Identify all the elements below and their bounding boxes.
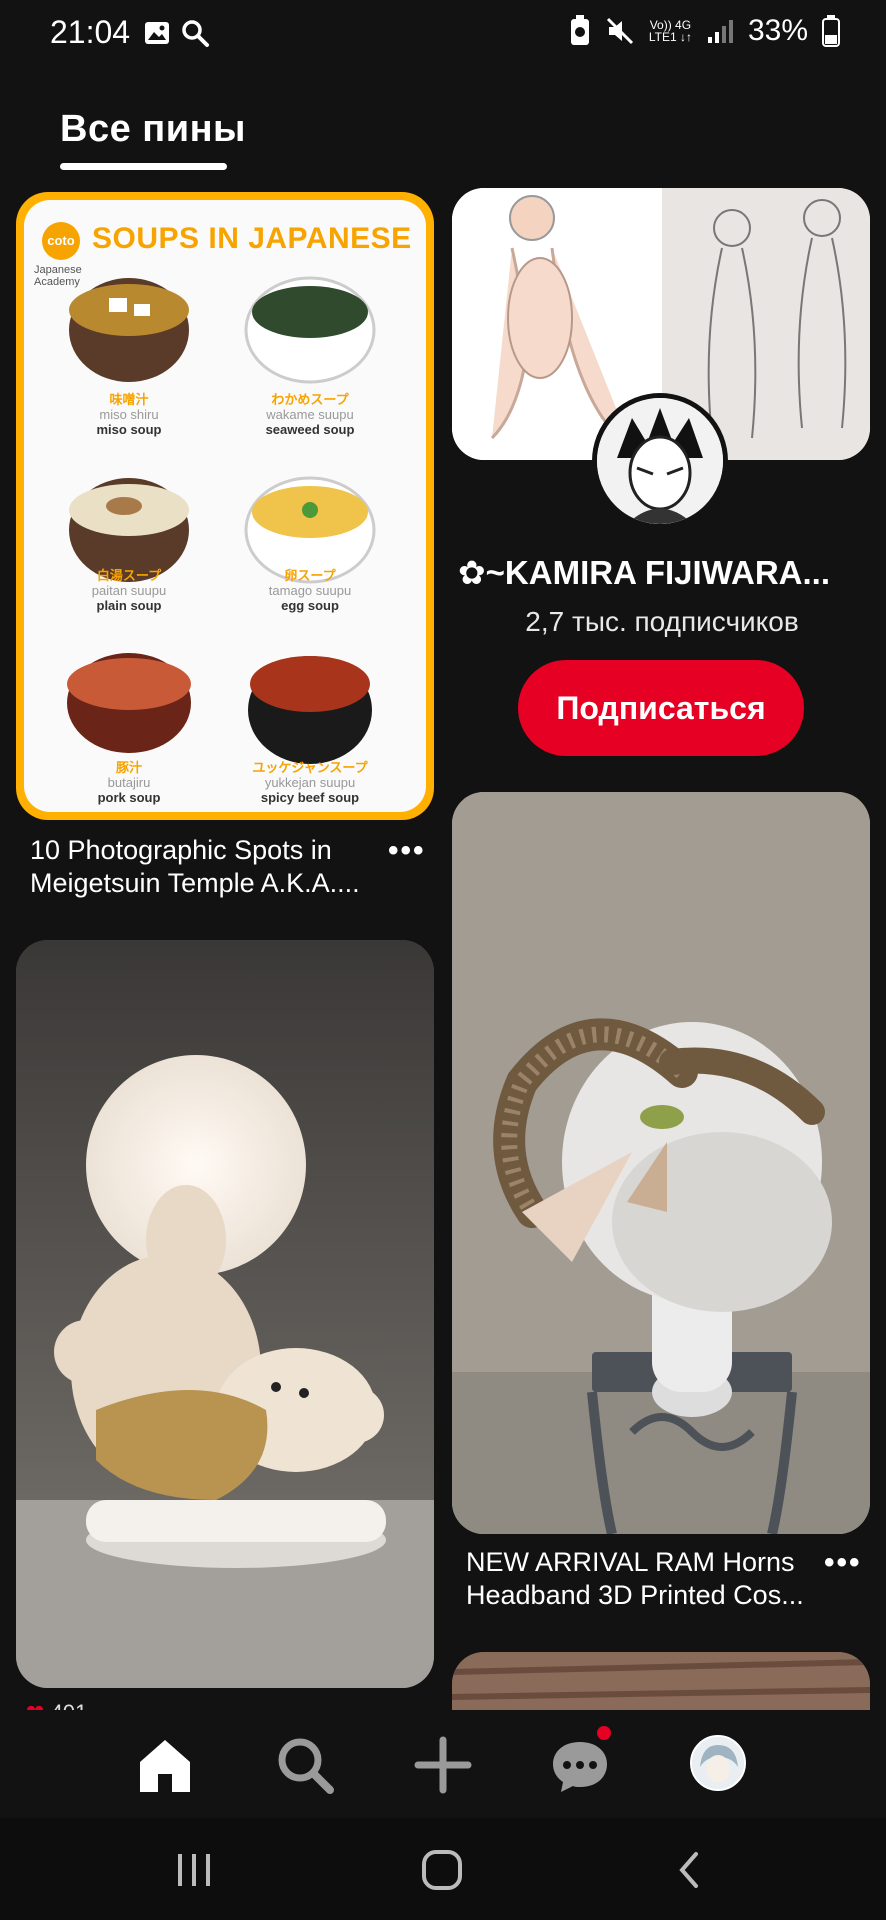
- soup-romaji: paitan suupu: [91, 583, 167, 598]
- pin-title[interactable]: 10 Photographic Spots in Meigetsuin Temp…: [30, 834, 360, 900]
- tab-active-indicator: [60, 163, 227, 170]
- battery-icon: [822, 15, 840, 47]
- soup-en: plain soup: [96, 598, 162, 613]
- soup-romaji: miso shiru: [99, 407, 159, 422]
- creator-avatar-image: [597, 398, 723, 524]
- tab-all-pins[interactable]: Все пины: [60, 108, 246, 151]
- soup-en: seaweed soup: [265, 422, 355, 437]
- follow-button[interactable]: Подписаться: [518, 660, 804, 756]
- bear-lamp-image: [16, 940, 434, 1688]
- soup-romaji: butajiru: [107, 775, 151, 790]
- pin-soups-in-japanese[interactable]: coto Japanese Academy SOUPS IN JAPANESE …: [16, 192, 434, 820]
- soup-bowls-illustration: [67, 276, 376, 764]
- soup-caption: 卵スープ tamago suupu egg soup: [230, 568, 390, 613]
- creator-name[interactable]: ✿~KAMIRA FIJIWARA...: [458, 553, 878, 592]
- pin-title[interactable]: NEW ARRIVAL RAM Horns Headband 3D Printe…: [466, 1546, 804, 1612]
- soup-caption: 味噌汁 miso shiru miso soup: [49, 392, 209, 437]
- pin-title-line: Meigetsuin Temple A.K.A....: [30, 868, 360, 898]
- signal-icon: [707, 20, 733, 43]
- more-options-icon[interactable]: •••: [824, 1546, 862, 1580]
- back-icon[interactable]: [668, 1848, 712, 1892]
- soup-en: pork soup: [97, 790, 161, 805]
- gallery-icon: [145, 22, 169, 44]
- soup-caption: 白湯スープ paitan suupu plain soup: [49, 568, 209, 613]
- partial-pin-image: [452, 1652, 870, 1712]
- search-icon[interactable]: [270, 1730, 340, 1800]
- soup-en: spicy beef soup: [260, 790, 360, 805]
- system-navigation-bar: [0, 1818, 886, 1920]
- home-icon[interactable]: [130, 1730, 200, 1800]
- creator-avatar[interactable]: [592, 393, 728, 529]
- network-indicator: Vo)) 4G LTE1 ↓↑: [649, 19, 692, 43]
- pin-title-line: 10 Photographic Spots in: [30, 835, 332, 865]
- status-time: 21:04: [50, 14, 131, 50]
- notification-dot: [597, 1726, 611, 1740]
- create-icon[interactable]: [408, 1730, 478, 1800]
- messages-icon[interactable]: [545, 1730, 615, 1800]
- pin-title-line: Headband 3D Printed Cos...: [466, 1580, 804, 1610]
- creator-followers: 2,7 тыс. подписчиков: [525, 606, 799, 637]
- soup-jp: 白湯スープ: [96, 568, 162, 583]
- more-options-icon[interactable]: •••: [388, 834, 426, 868]
- soup-romaji: tamago suupu: [268, 583, 352, 598]
- soup-romaji: wakame suupu: [266, 407, 354, 422]
- profile-avatar-image: [692, 1737, 744, 1789]
- soup-jp: 味噌汁: [109, 392, 149, 407]
- soup-caption: わかめスープ wakame suupu seaweed soup: [230, 392, 390, 437]
- net-bottom: LTE1 ↓↑: [648, 30, 692, 44]
- mute-icon: [606, 17, 633, 45]
- soup-en: egg soup: [281, 598, 339, 613]
- search-icon: [182, 20, 209, 47]
- soup-caption: 豚汁 butajiru pork soup: [49, 760, 209, 805]
- soup-jp: ユッケジャンスープ: [252, 760, 368, 775]
- battery-saver-icon: [570, 15, 589, 45]
- soup-jp: 卵スープ: [284, 568, 336, 583]
- soup-jp: わかめスープ: [271, 392, 349, 407]
- profile-avatar[interactable]: [690, 1735, 746, 1791]
- recent-apps-icon[interactable]: [172, 1848, 216, 1892]
- battery-level: 33%: [747, 14, 808, 47]
- pin-image: coto Japanese Academy SOUPS IN JAPANESE …: [24, 200, 426, 812]
- soup-en: miso soup: [96, 422, 162, 437]
- pin-title-line: NEW ARRIVAL RAM Horns: [466, 1547, 795, 1577]
- bottom-navigation: [0, 1710, 886, 1820]
- status-bar: 21:04 Vo)) 4G LTE1 ↓↑ 33%: [0, 0, 886, 70]
- horns-image: [452, 792, 870, 1534]
- soup-jp: 豚汁: [115, 760, 142, 775]
- pin-ram-horns-headband[interactable]: [452, 792, 870, 1534]
- soup-romaji: yukkejan suupu: [264, 775, 356, 790]
- home-button-icon[interactable]: [418, 1846, 466, 1894]
- pin-bear-moon-lamp[interactable]: [16, 940, 434, 1688]
- soup-caption: ユッケジャンスープ yukkejan suupu spicy beef soup: [230, 760, 390, 805]
